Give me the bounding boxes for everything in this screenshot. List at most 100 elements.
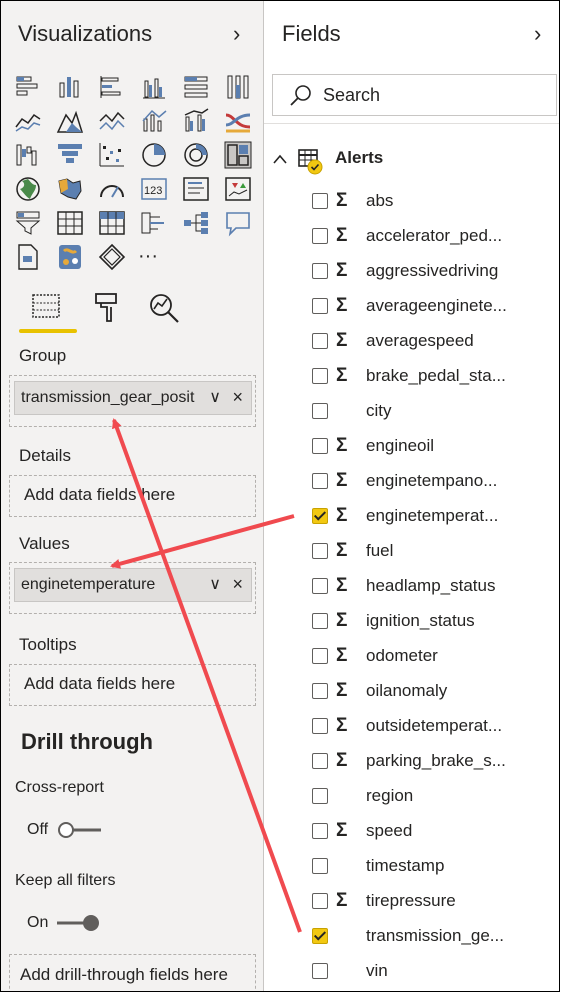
group-field-chip[interactable]: transmission_gear_posit ∨ ×: [14, 381, 252, 415]
field-row[interactable]: Σheadlamp_status: [264, 572, 559, 602]
clustered-bar-icon[interactable]: [98, 73, 126, 101]
key-influencers-icon[interactable]: [140, 209, 168, 237]
decomposition-tree-icon[interactable]: [182, 209, 210, 237]
stacked-bar-icon[interactable]: [14, 73, 42, 101]
field-checkbox[interactable]: [312, 193, 328, 209]
line-clustered-column-icon[interactable]: [182, 107, 210, 135]
field-checkbox[interactable]: [312, 403, 328, 419]
field-checkbox[interactable]: [312, 368, 328, 384]
stacked-area-icon[interactable]: [98, 107, 126, 135]
field-row[interactable]: city: [264, 397, 559, 427]
chevron-down-icon[interactable]: ∨: [209, 574, 221, 594]
more-visuals-button[interactable]: ···: [138, 243, 166, 271]
field-checkbox[interactable]: [312, 788, 328, 804]
field-row[interactable]: Σignition_status: [264, 607, 559, 637]
qna-icon[interactable]: [224, 209, 252, 237]
tooltips-well[interactable]: Add data fields here: [9, 664, 256, 706]
area-chart-icon[interactable]: [56, 107, 84, 135]
power-apps-icon[interactable]: [98, 243, 126, 271]
field-checkbox[interactable]: [312, 473, 328, 489]
search-input[interactable]: Search: [323, 85, 380, 106]
cross-report-toggle[interactable]: [57, 821, 103, 839]
field-row[interactable]: Σtirepressure: [264, 887, 559, 917]
drill-through-well[interactable]: Add drill-through fields here: [9, 954, 256, 991]
100-stacked-column-icon[interactable]: [224, 73, 252, 101]
details-well[interactable]: Add data fields here: [9, 475, 256, 517]
slicer-icon[interactable]: [14, 209, 42, 237]
stacked-column-icon[interactable]: [56, 73, 84, 101]
matrix-icon[interactable]: [98, 209, 126, 237]
line-column-icon[interactable]: [140, 107, 168, 135]
values-well[interactable]: enginetemperature ∨ ×: [9, 562, 256, 614]
table-icon[interactable]: [56, 209, 84, 237]
field-row[interactable]: Σabs: [264, 187, 559, 217]
field-row[interactable]: vin: [264, 957, 559, 987]
field-checkbox[interactable]: [312, 543, 328, 559]
field-checkbox[interactable]: [312, 578, 328, 594]
field-checkbox[interactable]: [312, 753, 328, 769]
analytics-tab-icon[interactable]: [147, 291, 181, 325]
field-row[interactable]: Σbrake_pedal_sta...: [264, 362, 559, 392]
field-row[interactable]: Σfuel: [264, 537, 559, 567]
filled-map-icon[interactable]: [56, 175, 84, 203]
field-row[interactable]: Σspeed: [264, 817, 559, 847]
table-alerts[interactable]: Alerts: [264, 144, 559, 175]
field-checkbox[interactable]: [312, 298, 328, 314]
field-checkbox[interactable]: [312, 228, 328, 244]
group-well[interactable]: transmission_gear_posit ∨ ×: [9, 375, 256, 427]
format-tab-icon[interactable]: [89, 291, 123, 325]
field-checkbox[interactable]: [312, 858, 328, 874]
collapse-visualizations-icon[interactable]: ›: [233, 21, 240, 47]
values-field-chip[interactable]: enginetemperature ∨ ×: [14, 568, 252, 602]
field-checkbox[interactable]: [312, 648, 328, 664]
python-visual-icon[interactable]: [56, 243, 84, 271]
donut-icon[interactable]: [182, 141, 210, 169]
collapse-table-icon[interactable]: [272, 152, 288, 170]
field-row[interactable]: Σaverageenginete...: [264, 292, 559, 322]
field-row[interactable]: Σparking_brake_s...: [264, 747, 559, 777]
field-checkbox[interactable]: [312, 508, 328, 524]
field-row[interactable]: transmission_ge...: [264, 922, 559, 952]
fields-search[interactable]: Search: [272, 74, 557, 116]
field-row[interactable]: Σoutsidetemperat...: [264, 712, 559, 742]
field-row[interactable]: Σengineoil: [264, 432, 559, 462]
paginated-report-icon[interactable]: [14, 243, 42, 271]
ribbon-chart-icon[interactable]: [224, 107, 252, 135]
waterfall-icon[interactable]: [14, 141, 42, 169]
treemap-icon[interactable]: [224, 141, 252, 169]
field-row[interactable]: Σaveragespeed: [264, 327, 559, 357]
field-row[interactable]: Σenginetemperat...: [264, 502, 559, 532]
fields-tab-icon[interactable]: [29, 291, 63, 325]
gauge-icon[interactable]: [98, 175, 126, 203]
line-chart-icon[interactable]: [14, 107, 42, 135]
field-row[interactable]: Σoilanomaly: [264, 677, 559, 707]
field-row[interactable]: Σaccelerator_ped...: [264, 222, 559, 252]
field-checkbox[interactable]: [312, 438, 328, 454]
clustered-column-icon[interactable]: [140, 73, 168, 101]
field-row[interactable]: timestamp: [264, 852, 559, 882]
field-row[interactable]: region: [264, 782, 559, 812]
field-checkbox[interactable]: [312, 823, 328, 839]
funnel-icon[interactable]: [56, 141, 84, 169]
field-checkbox[interactable]: [312, 893, 328, 909]
scatter-icon[interactable]: [98, 141, 126, 169]
field-row[interactable]: Σaggressivedriving: [264, 257, 559, 287]
field-checkbox[interactable]: [312, 683, 328, 699]
card-icon[interactable]: 123: [140, 175, 168, 203]
map-icon[interactable]: [14, 175, 42, 203]
field-checkbox[interactable]: [312, 928, 328, 944]
multi-row-card-icon[interactable]: [182, 175, 210, 203]
field-checkbox[interactable]: [312, 963, 328, 979]
field-checkbox[interactable]: [312, 333, 328, 349]
chevron-down-icon[interactable]: ∨: [209, 387, 221, 407]
close-icon[interactable]: ×: [232, 387, 243, 408]
field-row[interactable]: Σodometer: [264, 642, 559, 672]
field-checkbox[interactable]: [312, 263, 328, 279]
field-row[interactable]: Σenginetempano...: [264, 467, 559, 497]
field-checkbox[interactable]: [312, 613, 328, 629]
100-stacked-bar-icon[interactable]: [182, 73, 210, 101]
close-icon[interactable]: ×: [232, 574, 243, 595]
field-checkbox[interactable]: [312, 718, 328, 734]
pie-icon[interactable]: [140, 141, 168, 169]
kpi-icon[interactable]: [224, 175, 252, 203]
